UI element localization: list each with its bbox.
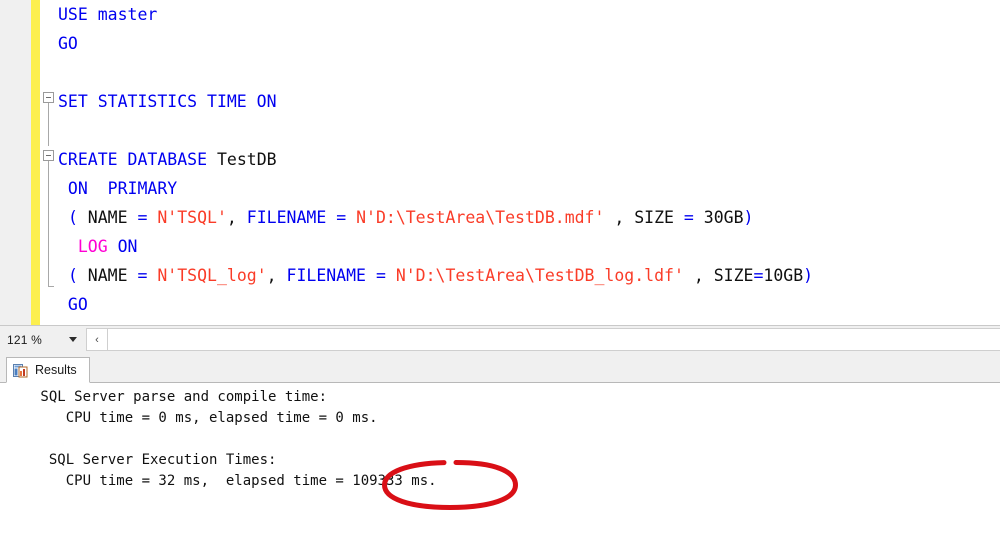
code-token: SET STATISTICS TIME ON bbox=[58, 92, 277, 111]
line-go-1: GO bbox=[58, 29, 1000, 58]
results-line-0: SQL Server parse and compile time: bbox=[32, 389, 328, 405]
code-token: CREATE DATABASE bbox=[58, 150, 217, 169]
line-on-primary: ON PRIMARY bbox=[58, 174, 1000, 203]
zoom-level-value: 121 % bbox=[7, 332, 43, 347]
outline-connector-2 bbox=[48, 161, 49, 286]
code-token: GO bbox=[58, 34, 78, 53]
line-blank-1 bbox=[58, 58, 1000, 87]
code-token: = bbox=[375, 266, 386, 285]
results-tab-strip: Results bbox=[0, 353, 1000, 383]
code-token: 30GB bbox=[693, 208, 744, 227]
code-token: = bbox=[336, 208, 347, 227]
line-set-statistics: SET STATISTICS TIME ON bbox=[58, 87, 1000, 116]
line-create-database: CREATE DATABASE TestDB bbox=[58, 145, 1000, 174]
code-token: TestDB bbox=[216, 150, 277, 169]
editor-selection-margin bbox=[0, 0, 32, 325]
code-token: N'TSQL_log' bbox=[157, 266, 267, 285]
code-token: ) bbox=[803, 266, 814, 285]
code-token: = bbox=[683, 208, 694, 227]
code-token: = bbox=[753, 266, 764, 285]
code-token: , bbox=[266, 266, 287, 285]
code-token: LOG bbox=[77, 237, 108, 256]
chevron-down-icon bbox=[69, 337, 77, 342]
outlining-column bbox=[40, 0, 58, 325]
sql-editor-pane[interactable]: USE master GO SET STATISTICS TIME ON CREA… bbox=[0, 0, 1000, 325]
results-line-4: CPU time = 32 ms, elapsed time = 109333 … bbox=[32, 473, 437, 489]
results-message-text: SQL Server parse and compile time: CPU t… bbox=[32, 387, 437, 492]
collapse-toggle-set-statistics[interactable] bbox=[43, 92, 54, 103]
results-output-pane[interactable]: SQL Server parse and compile time: CPU t… bbox=[0, 384, 1000, 534]
code-token: GO bbox=[58, 295, 88, 314]
zoom-level-dropdown[interactable]: 121 % bbox=[4, 329, 84, 350]
line-blank-2 bbox=[58, 116, 1000, 145]
tab-results[interactable]: Results bbox=[6, 357, 90, 383]
code-token: = bbox=[137, 266, 148, 285]
editor-status-bar: 121 % ‹ bbox=[0, 325, 1000, 353]
code-token: USE master bbox=[58, 5, 158, 24]
results-line-2 bbox=[32, 429, 437, 450]
line-log-on: LOG ON bbox=[58, 232, 1000, 261]
tab-results-label: Results bbox=[35, 363, 77, 377]
code-token: ( bbox=[67, 208, 78, 227]
code-token: N'D:\TestArea\TestDB_log.ldf' bbox=[395, 266, 684, 285]
line-go-2: GO bbox=[58, 290, 1000, 319]
sql-code-text[interactable]: USE master GO SET STATISTICS TIME ON CREA… bbox=[58, 0, 1000, 319]
collapse-toggle-create-database[interactable] bbox=[43, 150, 54, 161]
results-line-1: CPU time = 0 ms, elapsed time = 0 ms. bbox=[32, 410, 378, 426]
code-token: ) bbox=[743, 208, 754, 227]
code-token: = bbox=[137, 208, 148, 227]
results-grid-icon bbox=[13, 363, 28, 378]
code-token: NAME bbox=[77, 208, 138, 227]
results-line-3: SQL Server Execution Times: bbox=[32, 452, 277, 468]
line-use-master: USE master bbox=[58, 0, 1000, 29]
horizontal-scrollbar[interactable]: ‹ bbox=[86, 328, 1000, 351]
unsaved-change-bar bbox=[31, 0, 40, 325]
outline-connector-1 bbox=[48, 103, 49, 146]
code-token: ( bbox=[67, 266, 78, 285]
scroll-left-button[interactable]: ‹ bbox=[87, 329, 108, 350]
code-token: , SIZE bbox=[604, 208, 684, 227]
code-token: N'D:\TestArea\TestDB.mdf' bbox=[356, 208, 605, 227]
code-token: N'TSQL' bbox=[157, 208, 227, 227]
code-token: NAME bbox=[77, 266, 138, 285]
code-token: FILENAME bbox=[246, 208, 327, 227]
scrollbar-track[interactable] bbox=[108, 329, 1000, 350]
code-token: ON PRIMARY bbox=[58, 179, 178, 198]
outline-end-marker bbox=[48, 286, 54, 287]
code-token: , bbox=[226, 208, 247, 227]
code-token: FILENAME bbox=[286, 266, 366, 285]
line-name-tsql: ( NAME = N'TSQL', FILENAME = N'D:\TestAr… bbox=[58, 203, 1000, 232]
code-token: 10GB bbox=[763, 266, 804, 285]
code-token: , SIZE bbox=[683, 266, 754, 285]
line-name-tsql-log: ( NAME = N'TSQL_log', FILENAME = N'D:\Te… bbox=[58, 261, 1000, 290]
code-token: ON bbox=[117, 237, 138, 256]
